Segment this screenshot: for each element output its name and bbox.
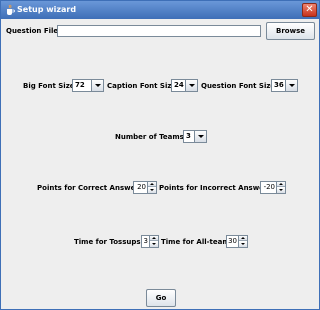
spinner-down-icon[interactable] bbox=[150, 242, 158, 247]
chevron-down-icon[interactable] bbox=[194, 131, 206, 142]
caption-font-size-label: Caption Font Size: bbox=[107, 82, 179, 90]
big-font-size-label: Big Font Size: bbox=[23, 82, 78, 90]
points-correct-label: Points for Correct Answer: bbox=[37, 184, 142, 192]
question-font-size-value: 36 bbox=[274, 81, 284, 89]
chevron-down-icon[interactable] bbox=[91, 80, 103, 91]
points-correct-spinner[interactable]: 20 bbox=[133, 181, 157, 194]
points-correct-value: 20 bbox=[137, 183, 146, 191]
points-incorrect-spinner[interactable]: -20 bbox=[260, 181, 286, 194]
question-file-label: Question File: bbox=[6, 27, 61, 35]
caption-font-size-value: 24 bbox=[174, 81, 184, 89]
setup-wizard-window: Setup wizard ✕ Question File: Browse Big… bbox=[0, 0, 320, 310]
chevron-down-icon[interactable] bbox=[285, 80, 297, 91]
time-tossups-value: 3 bbox=[143, 237, 148, 245]
number-of-teams-label: Number of Teams: bbox=[115, 133, 187, 141]
time-tossups-spinner[interactable]: 3 bbox=[141, 235, 159, 248]
spinner-up-icon[interactable] bbox=[239, 236, 247, 241]
window-title: Setup wizard bbox=[17, 5, 77, 14]
browse-button[interactable]: Browse bbox=[266, 22, 315, 40]
number-of-teams-select[interactable]: 3 bbox=[183, 130, 207, 143]
time-allteam-spinner[interactable]: 30 bbox=[226, 235, 248, 248]
points-incorrect-label: Points for Incorrect Answer: bbox=[159, 184, 271, 192]
question-font-size-label: Question Font Size: bbox=[201, 82, 278, 90]
spinner-down-icon[interactable] bbox=[148, 188, 156, 193]
close-icon[interactable]: ✕ bbox=[302, 3, 317, 17]
caption-font-size-select[interactable]: 24 bbox=[171, 79, 198, 92]
go-button[interactable]: Go bbox=[146, 289, 176, 307]
spinner-down-icon[interactable] bbox=[239, 242, 247, 247]
big-font-size-select[interactable]: 72 bbox=[72, 79, 104, 92]
question-font-size-select[interactable]: 36 bbox=[271, 79, 298, 92]
java-cup-icon bbox=[7, 4, 15, 15]
big-font-size-value: 72 bbox=[75, 81, 85, 89]
spinner-up-icon[interactable] bbox=[150, 236, 158, 241]
time-allteam-label: Time for All-team: bbox=[161, 238, 233, 246]
chevron-down-icon[interactable] bbox=[185, 80, 197, 91]
spinner-down-icon[interactable] bbox=[277, 188, 285, 193]
spinner-up-icon[interactable] bbox=[277, 182, 285, 187]
points-incorrect-value: -20 bbox=[263, 183, 275, 191]
time-allteam-value: 30 bbox=[228, 237, 237, 245]
spinner-up-icon[interactable] bbox=[148, 182, 156, 187]
question-file-input[interactable] bbox=[57, 25, 261, 37]
number-of-teams-value: 3 bbox=[186, 132, 191, 140]
title-bar[interactable]: Setup wizard ✕ bbox=[1, 1, 319, 19]
time-tossups-label: Time for Tossups: bbox=[74, 238, 144, 246]
